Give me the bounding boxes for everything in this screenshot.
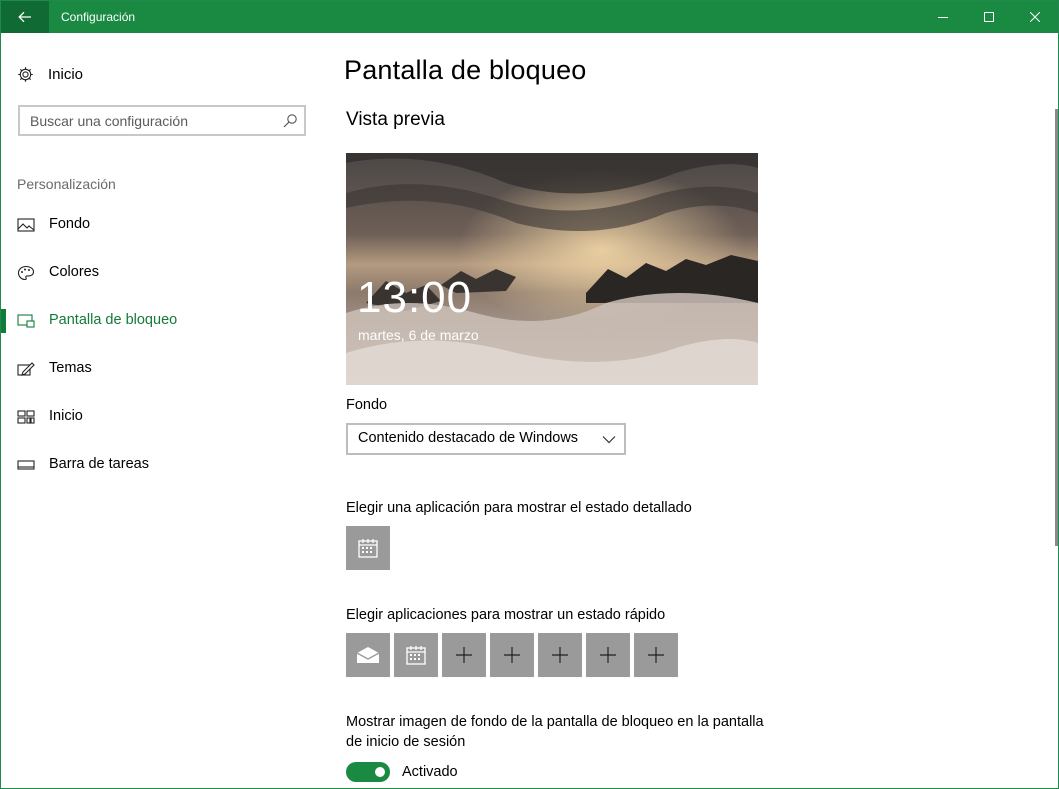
plus-icon: [504, 647, 520, 663]
plus-icon: [600, 647, 616, 663]
lock-screen-preview: 13:00 martes, 6 de marzo: [346, 153, 758, 385]
maximize-icon: [984, 12, 994, 22]
quick-status-add-button[interactable]: [538, 633, 582, 677]
preview-time: 13:00: [357, 273, 473, 322]
sidebar-item-barra-de-tareas[interactable]: Barra de tareas: [1, 445, 321, 485]
search-input[interactable]: [30, 107, 270, 134]
calendar-icon: [358, 539, 378, 558]
back-button[interactable]: [1, 1, 49, 33]
detailed-status-label: Elegir una aplicación para mostrar el es…: [346, 500, 692, 516]
close-icon: [1030, 12, 1040, 22]
background-dropdown[interactable]: Contenido destacado de Windows: [346, 423, 626, 455]
quick-status-add-button[interactable]: [586, 633, 630, 677]
picture-icon: [17, 218, 35, 232]
preview-heading: Vista previa: [346, 109, 445, 130]
sidebar-item-label: Fondo: [49, 216, 91, 232]
quick-status-calendar-button[interactable]: [394, 633, 438, 677]
sidebar-item-colores[interactable]: Colores: [1, 253, 321, 293]
main-content: Pantalla de bloqueo Vista previa 13:00 m…: [321, 33, 1041, 788]
detailed-status-app-button[interactable]: [346, 526, 390, 570]
mail-icon: [356, 647, 380, 663]
sidebar: Inicio Personalización Fondo Colores: [1, 33, 321, 788]
chevron-down-icon: [602, 436, 616, 444]
signin-background-toggle[interactable]: [346, 762, 390, 782]
start-icon: [17, 410, 35, 424]
lock-screen-icon: [17, 314, 35, 328]
sidebar-item-fondo[interactable]: Fondo: [1, 205, 321, 245]
close-button[interactable]: [1012, 1, 1058, 33]
title-bar: Configuración: [1, 1, 1058, 33]
preview-date: martes, 6 de marzo: [358, 327, 479, 343]
quick-status-add-button[interactable]: [490, 633, 534, 677]
plus-icon: [456, 647, 472, 663]
sidebar-item-inicio[interactable]: Inicio: [1, 397, 321, 437]
sidebar-item-pantalla-de-bloqueo[interactable]: Pantalla de bloqueo: [1, 301, 321, 341]
home-link[interactable]: Inicio: [17, 63, 83, 85]
sidebar-item-label: Colores: [49, 264, 99, 280]
minimize-button[interactable]: [920, 1, 966, 33]
quick-status-mail-button[interactable]: [346, 633, 390, 677]
sidebar-item-temas[interactable]: Temas: [1, 349, 321, 389]
signin-background-toggle-label: Activado: [402, 764, 458, 780]
signin-background-label-line1: Mostrar imagen de fondo de la pantalla d…: [346, 714, 764, 730]
active-indicator: [1, 309, 6, 333]
maximize-button[interactable]: [966, 1, 1012, 33]
search-box[interactable]: [18, 105, 306, 136]
plus-icon: [552, 647, 568, 663]
toggle-knob: [375, 767, 385, 777]
gear-icon: [18, 66, 33, 82]
plus-icon: [648, 647, 664, 663]
sidebar-item-label: Barra de tareas: [49, 456, 149, 472]
quick-status-add-button[interactable]: [442, 633, 486, 677]
palette-icon: [17, 265, 35, 281]
background-dropdown-value: Contenido destacado de Windows: [358, 430, 579, 446]
calendar-icon: [406, 646, 426, 665]
home-label: Inicio: [48, 65, 84, 83]
search-icon[interactable]: [282, 113, 298, 129]
section-title: Personalización: [17, 176, 116, 192]
back-arrow-icon: [18, 11, 31, 23]
sidebar-item-label: Pantalla de bloqueo: [49, 312, 178, 328]
taskbar-icon: [17, 460, 35, 470]
preview-background-image: [346, 153, 758, 385]
background-label: Fondo: [346, 397, 388, 413]
minimize-icon: [938, 17, 948, 18]
window-title: Configuración: [61, 10, 136, 24]
settings-window: Configuración Inicio Person: [0, 0, 1059, 789]
quick-status-label: Elegir aplicaciones para mostrar un esta…: [346, 607, 666, 623]
scrollbar[interactable]: [1055, 109, 1058, 546]
page-title: Pantalla de bloqueo: [344, 55, 587, 85]
quick-status-add-button[interactable]: [634, 633, 678, 677]
signin-background-label-line2: de inicio de sesión: [346, 734, 466, 750]
sidebar-item-label: Temas: [49, 360, 92, 376]
themes-icon: [17, 362, 35, 376]
sidebar-item-label: Inicio: [49, 408, 83, 424]
